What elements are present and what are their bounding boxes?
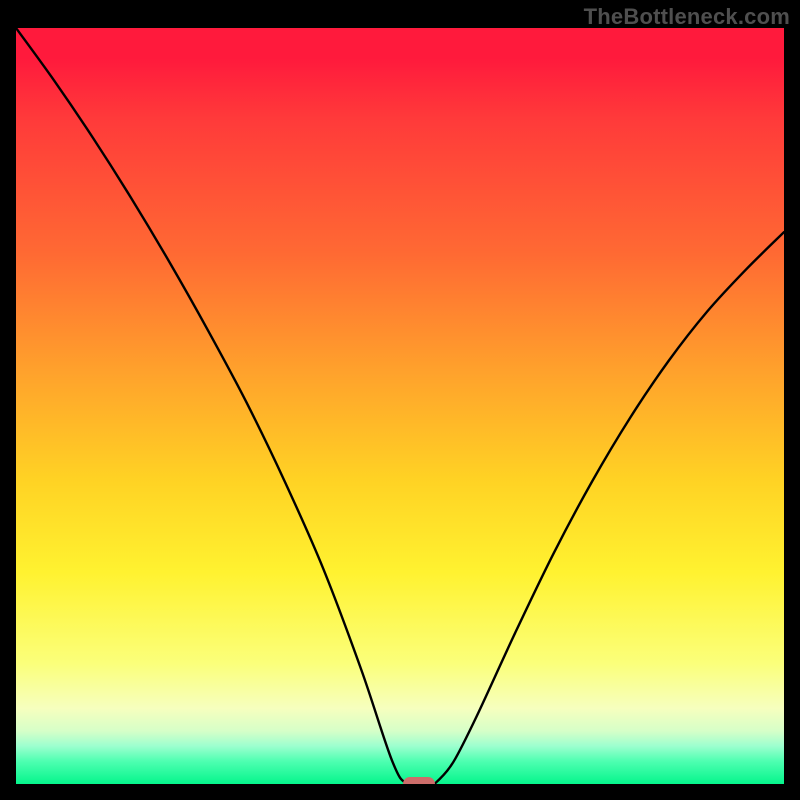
watermark-text: TheBottleneck.com [584, 4, 790, 30]
optimal-marker [403, 777, 435, 784]
plot-area [16, 28, 784, 784]
chart-frame: TheBottleneck.com [0, 0, 800, 800]
bottleneck-curve [16, 28, 784, 784]
